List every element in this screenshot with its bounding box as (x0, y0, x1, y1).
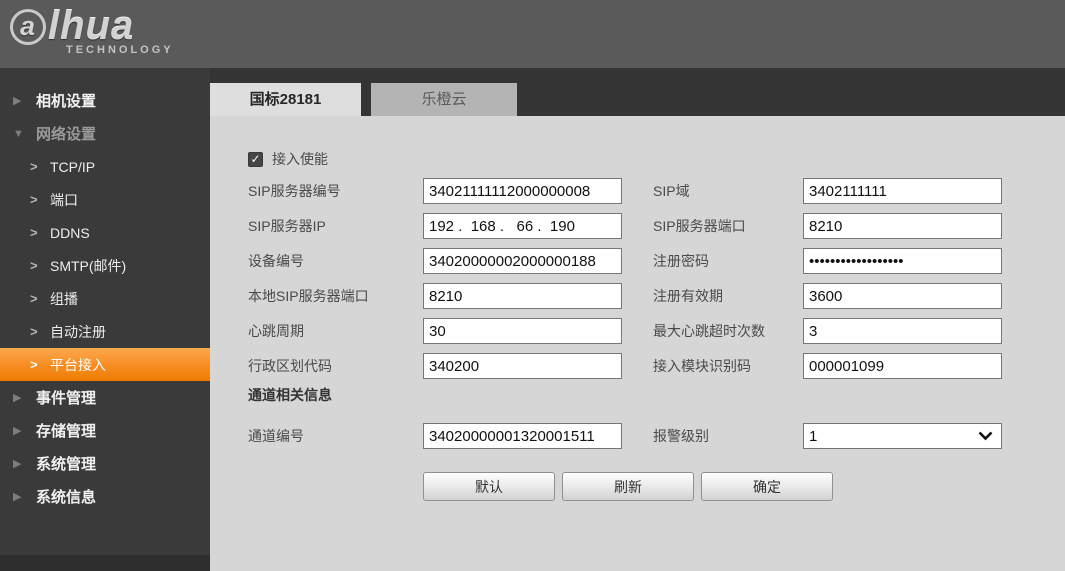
check-icon: ✓ (250, 153, 260, 165)
sidebar-item-multicast[interactable]: > 组播 (0, 282, 210, 315)
sip-server-port-input[interactable] (803, 213, 1002, 239)
sidebar-item-camera-settings[interactable]: ▶ 相机设置 (0, 84, 210, 117)
tab-bar: 国标28181 乐橙云 (210, 68, 1065, 116)
header-bar: a lhua TECHNOLOGY (0, 0, 1065, 68)
alarm-level-label: 报警级别 (653, 423, 709, 449)
sip-domain-input[interactable] (803, 178, 1002, 204)
sidebar-item-auto-register[interactable]: > 自动注册 (0, 315, 210, 348)
access-module-id-label: 接入模块识别码 (653, 353, 751, 379)
device-id-input[interactable] (423, 248, 622, 274)
register-valid-period-input[interactable] (803, 283, 1002, 309)
local-sip-port-input[interactable] (423, 283, 622, 309)
dahua-logo-text: lhua (48, 4, 134, 49)
chevron-right-icon: > (30, 324, 42, 339)
register-valid-period-label: 注册有效期 (653, 283, 723, 309)
triangle-right-icon: ▶ (13, 424, 27, 437)
channel-id-label: 通道编号 (248, 423, 304, 449)
chevron-right-icon: > (30, 225, 42, 240)
sip-domain-label: SIP域 (653, 178, 690, 204)
triangle-right-icon: ▶ (13, 94, 27, 107)
device-id-label: 设备编号 (248, 248, 304, 274)
platform-access-form: ✓ 接入使能 SIP服务器编号 SIP域 SIP服务器IP SIP服务器端口 设… (210, 116, 1065, 571)
refresh-button[interactable]: 刷新 (562, 472, 694, 501)
dahua-logo-wordmark: a lhua (10, 4, 174, 49)
alarm-level-select[interactable]: 1 (803, 423, 1002, 449)
tab-gb28181[interactable]: 国标28181 (210, 83, 361, 116)
chevron-right-icon: > (30, 258, 42, 273)
chevron-right-icon: > (30, 192, 42, 207)
triangle-right-icon: ▶ (13, 490, 27, 503)
sip-server-port-label: SIP服务器端口 (653, 213, 746, 239)
sidebar-item-event-management[interactable]: ▶ 事件管理 (0, 381, 210, 414)
dahua-logo-subtitle: TECHNOLOGY (66, 44, 174, 56)
heartbeat-period-label: 心跳周期 (248, 318, 304, 344)
sidebar-item-platform-access[interactable]: > 平台接入 (0, 348, 210, 381)
chevron-right-icon: > (30, 291, 42, 306)
register-password-label: 注册密码 (653, 248, 709, 274)
max-heartbeat-timeouts-label: 最大心跳超时次数 (653, 318, 765, 344)
sidebar-nav: ▶ 相机设置 ▼ 网络设置 > TCP/IP > 端口 > DDNS > SMT… (0, 68, 210, 571)
form-actions: 默认 刷新 确定 (423, 472, 833, 501)
chevron-right-icon: > (30, 357, 42, 372)
platform-access-page: a lhua TECHNOLOGY ▶ 相机设置 ▼ 网络设置 > TCP/IP… (0, 0, 1065, 571)
triangle-down-icon: ▼ (13, 128, 27, 140)
sidebar-item-smtp[interactable]: > SMTP(邮件) (0, 249, 210, 282)
sidebar-item-system-info[interactable]: ▶ 系统信息 (0, 480, 210, 513)
sip-server-id-input[interactable] (423, 178, 622, 204)
triangle-right-icon: ▶ (13, 457, 27, 470)
dahua-logo-a-circle: a (10, 9, 46, 45)
alarm-level-value: 1 (804, 428, 978, 445)
default-button[interactable]: 默认 (423, 472, 555, 501)
chevron-down-icon (978, 431, 993, 441)
sip-server-id-label: SIP服务器编号 (248, 178, 341, 204)
confirm-button[interactable]: 确定 (701, 472, 833, 501)
channel-id-input[interactable] (423, 423, 622, 449)
sidebar-item-system-management[interactable]: ▶ 系统管理 (0, 447, 210, 480)
max-heartbeat-timeouts-input[interactable] (803, 318, 1002, 344)
region-code-input[interactable] (423, 353, 622, 379)
enable-row: ✓ 接入使能 (248, 151, 328, 167)
sidebar-item-port[interactable]: > 端口 (0, 183, 210, 216)
local-sip-port-label: 本地SIP服务器端口 (248, 283, 369, 309)
sip-server-ip-label: SIP服务器IP (248, 213, 326, 239)
tab-lechengyun[interactable]: 乐橙云 (371, 83, 517, 116)
sip-server-ip-input[interactable] (423, 213, 622, 239)
sidebar-item-tcpip[interactable]: > TCP/IP (0, 150, 210, 183)
triangle-right-icon: ▶ (13, 391, 27, 404)
enable-checkbox[interactable]: ✓ (248, 152, 263, 167)
access-module-id-input[interactable] (803, 353, 1002, 379)
chevron-right-icon: > (30, 159, 42, 174)
channel-section-title: 通道相关信息 (248, 385, 332, 405)
region-code-label: 行政区划代码 (248, 353, 332, 379)
dahua-logo: a lhua TECHNOLOGY (10, 4, 174, 56)
sidebar-item-network-settings[interactable]: ▼ 网络设置 (0, 117, 210, 150)
sidebar-item-storage-management[interactable]: ▶ 存储管理 (0, 414, 210, 447)
sidebar-item-ddns[interactable]: > DDNS (0, 216, 210, 249)
heartbeat-period-input[interactable] (423, 318, 622, 344)
register-password-input[interactable] (803, 248, 1002, 274)
enable-checkbox-label: 接入使能 (272, 149, 328, 169)
